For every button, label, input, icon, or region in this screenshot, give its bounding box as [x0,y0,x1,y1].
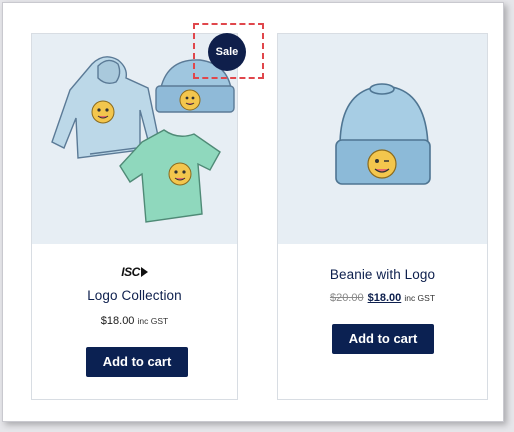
add-to-cart-button-logo-collection[interactable]: Add to cart [86,347,188,377]
tax-note: inc GST [137,316,169,326]
product-card-beanie-with-logo: Beanie with Logo $20.00 $18.00 inc GST Ad… [277,33,488,400]
price-sale: $18.00 [367,292,402,304]
product-grid-frame: ISC Logo Collection $18.00 inc GST Add t… [2,2,504,422]
price-original: $20.00 [329,292,364,304]
product-title-beanie-with-logo[interactable]: Beanie with Logo [278,267,487,282]
product-title-logo-collection[interactable]: Logo Collection [32,288,237,303]
brand-logo-text: ISC [121,265,140,279]
product-image-beanie-with-logo[interactable] [278,34,487,244]
price-current: $18.00 [100,315,135,327]
product-price-logo-collection: $18.00 inc GST [32,315,237,327]
brand-logo-mark [140,267,148,277]
product-card-logo-collection: ISC Logo Collection $18.00 inc GST Add t… [31,33,238,400]
highlight-box [193,23,264,79]
product-price-beanie-with-logo: $20.00 $18.00 inc GST [278,292,487,304]
brand-logo: ISC [32,263,237,281]
tax-note: inc GST [404,293,436,303]
add-to-cart-button-beanie-with-logo[interactable]: Add to cart [332,324,434,354]
